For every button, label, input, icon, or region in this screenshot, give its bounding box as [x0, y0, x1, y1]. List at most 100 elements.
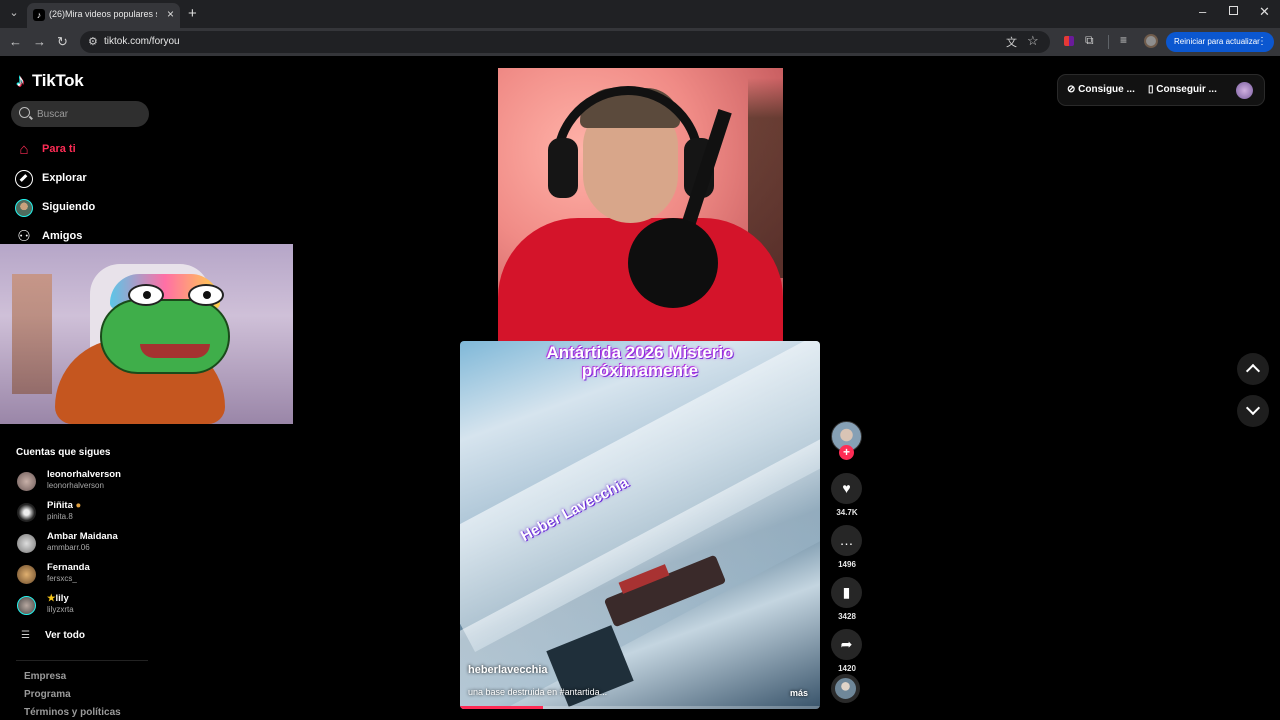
see-more-button[interactable]: más [790, 688, 808, 698]
top-right-actions: ⊘ Consigue ... ▯ Conseguir ... [1057, 74, 1265, 106]
forward-icon[interactable]: → [33, 34, 46, 49]
tiktok-page: ♪TikTok ⌂ Para ti Explorar Siguiendo ⚇ A… [0, 56, 1280, 720]
avatar [17, 565, 36, 584]
sidebar-divider [16, 660, 148, 661]
video-title-line: Antártida 2026 Misterio [546, 343, 734, 362]
chevron-down-icon [1245, 400, 1261, 416]
previous-video-button[interactable] [1237, 353, 1269, 385]
overlay-webcam-image [0, 244, 293, 424]
toolbar-divider [1108, 35, 1109, 49]
new-tab-icon[interactable]: + [188, 5, 197, 22]
update-button-label: Reiniciar para actualizar [1174, 37, 1260, 46]
frog-eye-right [188, 284, 224, 306]
bookmark-star-icon[interactable]: ☆ [1027, 33, 1039, 49]
translate-icon[interactable]: 文 [1006, 34, 1017, 50]
restart-to-update-button[interactable]: Reiniciar para actualizar ⋮ [1166, 32, 1274, 52]
extension-icon[interactable] [1064, 36, 1074, 46]
user-avatar[interactable] [1236, 82, 1253, 99]
get-coins-button[interactable]: ⊘ Consigue ... [1067, 84, 1135, 95]
window-close-icon[interactable]: ✕ [1259, 4, 1270, 20]
url-text[interactable]: tiktok.com/foryou [104, 36, 180, 47]
account-handle: pinita.8 [47, 512, 73, 521]
account-handle: leonorhalverson [47, 481, 104, 490]
nav-label: Para ti [42, 143, 76, 155]
nav-label: Explorar [42, 172, 87, 184]
tiktok-note-icon: ♪ [16, 71, 25, 90]
address-bar[interactable]: ⚙ tiktok.com/foryou [80, 31, 1050, 53]
get-app-label: Conseguir ... [1156, 84, 1217, 95]
logo-text: TikTok [32, 71, 84, 90]
follow-plus-icon[interactable]: + [839, 445, 854, 460]
extensions-puzzle-icon[interactable]: ⧉ [1085, 33, 1094, 48]
phone-icon: ▯ [1148, 84, 1154, 95]
microphone [628, 218, 718, 308]
get-coins-label: Consigue ... [1078, 84, 1135, 95]
search-box[interactable] [11, 101, 149, 127]
footer-link-terminos[interactable]: Términos y políticas [24, 707, 121, 718]
tab-search-icon[interactable]: ⌄ [6, 5, 22, 21]
footer-link-empresa[interactable]: Empresa [24, 671, 66, 682]
account-name-text: lily [55, 593, 69, 604]
save-count: 3428 [838, 612, 856, 621]
nav-item-para-ti[interactable]: ⌂ Para ti [15, 140, 155, 162]
reload-icon[interactable]: ↻ [57, 34, 68, 50]
tiktok-logo[interactable]: ♪ TikTok [16, 71, 84, 91]
window-minimize-icon[interactable]: – [1199, 4, 1206, 19]
chevron-up-icon [1245, 363, 1261, 379]
star-icon: ★ [47, 593, 56, 604]
pineapple-emoji-icon: ● [75, 500, 82, 511]
tab-close-icon[interactable]: × [167, 7, 174, 21]
background-shelf [12, 274, 52, 394]
comment-count: 1496 [838, 560, 856, 569]
nav-item-siguiendo[interactable]: Siguiendo [15, 198, 155, 220]
next-video-button[interactable] [1237, 395, 1269, 427]
search-icon [19, 107, 30, 118]
streamer-webcam-image [498, 68, 783, 341]
save-button[interactable]: ▮ [831, 577, 862, 608]
list-icon: ☰ [21, 630, 30, 641]
avatar [17, 534, 36, 553]
account-name: leonorhalverson [47, 469, 121, 480]
comment-button[interactable]: … [831, 525, 862, 556]
account-name-text: Piñita [47, 500, 73, 511]
video-progress-bar[interactable] [460, 706, 820, 709]
video-title-line: próximamente [581, 361, 699, 380]
site-info-icon[interactable]: ⚙ [88, 35, 98, 48]
account-item[interactable]: leonorhalverson leonorhalverson [17, 469, 157, 495]
browser-menu-icon[interactable]: ⋮ [1257, 32, 1267, 52]
account-item[interactable]: ★lily lilyzxrta [17, 593, 157, 619]
media-control-icon[interactable]: ≡ [1120, 33, 1127, 47]
frog-mouth [140, 344, 210, 358]
account-item[interactable]: Piñita ● pinita.8 [17, 500, 157, 526]
avatar [17, 596, 36, 615]
account-item[interactable]: Ambar Maidana ammbarr.06 [17, 531, 157, 557]
footer-link-programa[interactable]: Programa [24, 689, 71, 700]
get-app-button[interactable]: ▯ Conseguir ... [1148, 84, 1217, 95]
account-handle: lilyzxrta [47, 605, 74, 614]
music-disc-avatar[interactable] [831, 674, 860, 703]
account-name: Fernanda [47, 562, 90, 573]
avatar [17, 472, 36, 491]
share-button[interactable]: ➦ [831, 629, 862, 660]
avatar [17, 503, 36, 522]
nav-item-explorar[interactable]: Explorar [15, 169, 155, 191]
profile-avatar-icon[interactable] [1144, 34, 1158, 48]
video-player[interactable]: Antártida 2026 Misterio próximamente Heb… [460, 341, 820, 709]
see-all-button[interactable]: ☰ Ver todo [17, 629, 117, 645]
window-restore-icon[interactable] [1229, 6, 1238, 15]
share-count: 1420 [838, 664, 856, 673]
search-input[interactable] [37, 106, 137, 122]
share-arrow-icon: ➦ [840, 636, 853, 652]
account-name: ★lily [47, 593, 69, 604]
account-name: Ambar Maidana [47, 531, 118, 542]
compass-icon [15, 170, 33, 188]
account-name: Piñita ● [47, 500, 81, 511]
account-handle: fersxcs_ [47, 574, 77, 583]
like-button[interactable]: ♥ [831, 473, 862, 504]
account-item[interactable]: Fernanda fersxcs_ [17, 562, 157, 588]
nav-label: Amigos [42, 230, 83, 242]
video-author[interactable]: heberlavecchia [468, 664, 548, 676]
comment-icon: … [839, 532, 854, 548]
browser-tab[interactable]: ♪ (26)Mira videos populares seleccionado… [27, 3, 180, 28]
back-icon[interactable]: ← [9, 34, 22, 49]
